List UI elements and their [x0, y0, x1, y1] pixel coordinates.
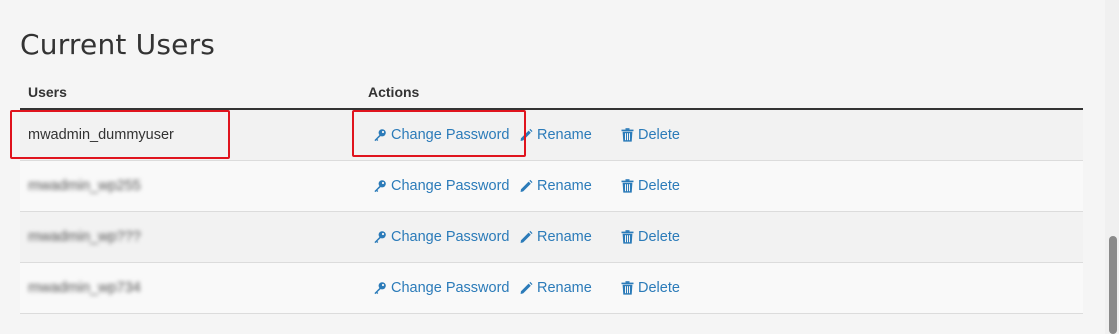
rename-link[interactable]: Rename [519, 280, 621, 296]
key-icon [373, 128, 387, 142]
delete-label: Delete [638, 127, 680, 143]
change-password-link[interactable]: Change Password [373, 229, 519, 245]
trash-icon [621, 179, 634, 193]
rename-link[interactable]: Rename [519, 178, 621, 194]
scrollbar-thumb[interactable] [1109, 236, 1117, 334]
change-password-label: Change Password [391, 280, 510, 296]
pencil-icon [519, 230, 533, 244]
column-header-users: Users [20, 76, 360, 110]
delete-label: Delete [638, 229, 680, 245]
pencil-icon [519, 128, 533, 142]
trash-icon [621, 128, 634, 142]
delete-link[interactable]: Delete [621, 280, 680, 296]
username: mwadmin_wp734 [28, 280, 141, 296]
table-row: mwadmin_dummyuser Change Password Rename De… [20, 109, 1083, 161]
trash-icon [621, 230, 634, 244]
pencil-icon [519, 179, 533, 193]
delete-label: Delete [638, 178, 680, 194]
pencil-icon [519, 281, 533, 295]
delete-link[interactable]: Delete [621, 229, 680, 245]
user-cell: mwadmin_wp255 [20, 160, 360, 212]
actions-cell: Change Password Rename Delete [360, 160, 1083, 212]
delete-link[interactable]: Delete [621, 127, 680, 143]
change-password-label: Change Password [391, 127, 510, 143]
table-row: mwadmin_wp255 Change Password Rename Delete [20, 160, 1083, 212]
change-password-link[interactable]: Change Password [373, 178, 519, 194]
trash-icon [621, 281, 634, 295]
user-cell: mwadmin_dummyuser [20, 109, 360, 161]
rename-label: Rename [537, 127, 592, 143]
change-password-label: Change Password [391, 178, 510, 194]
user-cell: mwadmin_wp734 [20, 262, 360, 314]
scrollbar[interactable] [1105, 0, 1119, 334]
username: mwadmin_wp??? [28, 229, 141, 245]
table-row: mwadmin_wp??? Change Password Rename Delete [20, 211, 1083, 263]
rename-link[interactable]: Rename [519, 229, 621, 245]
actions-cell: Change Password Rename Delete [360, 109, 1083, 161]
column-header-actions: Actions [360, 76, 1083, 110]
user-cell: mwadmin_wp??? [20, 211, 360, 263]
key-icon [373, 281, 387, 295]
username: mwadmin_dummyuser [28, 127, 174, 143]
key-icon [373, 179, 387, 193]
rename-label: Rename [537, 229, 592, 245]
change-password-link[interactable]: Change Password [373, 127, 519, 143]
delete-label: Delete [638, 280, 680, 296]
username: mwadmin_wp255 [28, 178, 141, 194]
change-password-link[interactable]: Change Password [373, 280, 519, 296]
actions-cell: Change Password Rename Delete [360, 262, 1083, 314]
users-table: Users Actions mwadmin_dummyuser Change Pa… [20, 76, 1083, 314]
rename-label: Rename [537, 178, 592, 194]
actions-cell: Change Password Rename Delete [360, 211, 1083, 263]
change-password-label: Change Password [391, 229, 510, 245]
delete-link[interactable]: Delete [621, 178, 680, 194]
page-title: Current Users [20, 28, 216, 61]
key-icon [373, 230, 387, 244]
rename-link[interactable]: Rename [519, 127, 621, 143]
table-row: mwadmin_wp734 Change Password Rename Delete [20, 262, 1083, 314]
table-header-row: Users Actions [20, 76, 1083, 110]
rename-label: Rename [537, 280, 592, 296]
